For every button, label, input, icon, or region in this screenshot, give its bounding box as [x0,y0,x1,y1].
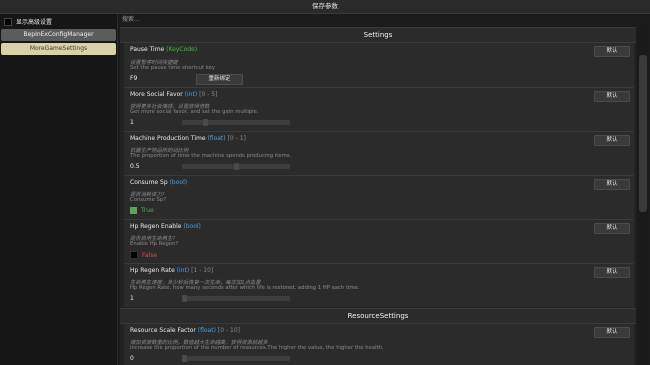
setting-title: Hp Regen Rate (int) [1 - 10] [130,267,213,274]
scrollbar[interactable] [638,27,648,365]
search-input[interactable]: 搜索... [120,14,650,26]
setting-type: (bool) [183,223,201,230]
rebind-button[interactable]: 重新绑定 [196,74,243,85]
setting-desc-en: Get more social favor, and set the gain … [130,109,259,115]
setting-desc-en: The proportion of time the machine spend… [130,153,292,159]
value-slider[interactable] [182,163,290,170]
setting-title: Resource Scale Factor (float) [0 - 10] [130,327,240,334]
setting-resource-scale-factor: Resource Scale Factor (float) [0 - 10] 默… [124,323,634,365]
toggle-label: True [141,207,154,214]
settings-list: Settings Pause Time (KeyCode) 默认 设置暂停时间快… [120,27,636,365]
value-slider[interactable] [182,295,290,302]
setting-name: Consume Sp [130,179,168,186]
scrollbar-thumb[interactable] [639,55,647,212]
setting-type: (KeyCode) [166,46,198,53]
setting-desc-en: Consume Sp? [130,197,167,203]
setting-name: Hp Regen Rate [130,267,175,274]
setting-type: (bool) [169,179,188,186]
slider-handle[interactable] [203,119,208,126]
setting-more-social-favor: More Social Favor (int) [0 - 5] 默认 获得更多社… [124,87,634,131]
value-input[interactable]: 1 [130,295,134,302]
plugin-sidebar: 显示高级设置 BepInExConfigManager MoreGameSett… [0,14,118,365]
value-input[interactable]: 1 [130,119,134,126]
setting-range: [1 - 10] [191,267,214,274]
toggle-checkbox[interactable] [130,207,137,214]
setting-consume-sp: Consume Sp (bool) 默认 是否消耗体力? Consume Sp?… [124,175,634,219]
slider-handle[interactable] [182,355,187,362]
setting-name: More Social Favor [130,91,183,98]
bool-toggle[interactable]: True [130,207,154,214]
setting-range: [0 - 5] [199,91,218,98]
setting-range: [0 - 1] [227,135,246,142]
setting-title: Hp Regen Enable (bool) [130,223,201,230]
setting-machine-production-time: Machine Production Time (float) [0 - 1] … [124,131,634,175]
setting-type: (float) [207,135,226,142]
setting-name: Hp Regen Enable [130,223,182,230]
setting-type: (float) [197,327,216,334]
default-button[interactable]: 默认 [594,267,630,278]
section-header-resource-settings: ResourceSettings [120,308,636,324]
advanced-settings-checkbox[interactable] [4,17,12,26]
plugin-item-moregamesettings[interactable]: MoreGameSettings [1,43,116,55]
advanced-settings-toggle[interactable]: 显示高级设置 [4,17,52,26]
setting-title: Pause Time (KeyCode) [130,46,197,53]
toggle-label: False [142,251,158,259]
slider-handle[interactable] [182,295,187,302]
setting-title: Machine Production Time (float) [0 - 1] [130,135,246,142]
setting-desc-en: Hp Regen Rate, how many seconds after wh… [130,285,360,291]
bool-toggle[interactable]: False [130,251,157,259]
default-button[interactable]: 默认 [594,46,630,57]
toggle-checkbox[interactable] [130,251,138,259]
default-button[interactable]: 默认 [594,135,630,146]
default-button[interactable]: 默认 [594,179,630,190]
setting-desc-en: Enable Hp Regen? [130,241,179,247]
default-button[interactable]: 默认 [594,223,630,234]
window-title: 保存参数 [0,0,650,14]
advanced-settings-label: 显示高级设置 [16,19,53,26]
setting-desc-en: Increase the proportion of the number of… [130,345,384,351]
value-slider[interactable] [182,119,290,126]
value-slider[interactable] [182,355,290,362]
setting-name: Pause Time [130,46,165,53]
section-header-settings: Settings [120,27,636,43]
setting-type: (int) [184,91,198,98]
keycode-value: F9 [130,75,138,82]
setting-hp-regen-rate: Hp Regen Rate (int) [1 - 10] 默认 生命再生速度，多… [124,263,634,307]
default-button[interactable]: 默认 [594,91,630,102]
setting-title: Consume Sp (bool) [130,179,187,186]
setting-title: More Social Favor (int) [0 - 5] [130,91,217,98]
setting-range: [0 - 10] [217,327,240,334]
value-input[interactable]: 0 [130,355,134,362]
setting-name: Resource Scale Factor [130,327,196,334]
slider-handle[interactable] [234,163,239,170]
setting-name: Machine Production Time [130,135,206,142]
setting-type: (int) [176,267,190,274]
setting-hp-regen-enable: Hp Regen Enable (bool) 默认 是否启用生命再生? Enab… [124,219,634,263]
setting-desc-en: Set the pause time shortcut key [130,65,215,71]
value-input[interactable]: 0.5 [130,163,140,170]
plugin-item-bepinexconfigmanager[interactable]: BepInExConfigManager [1,29,116,41]
setting-pause-time: Pause Time (KeyCode) 默认 设置暂停时间快捷键 Set th… [124,42,634,87]
default-button[interactable]: 默认 [594,327,630,338]
